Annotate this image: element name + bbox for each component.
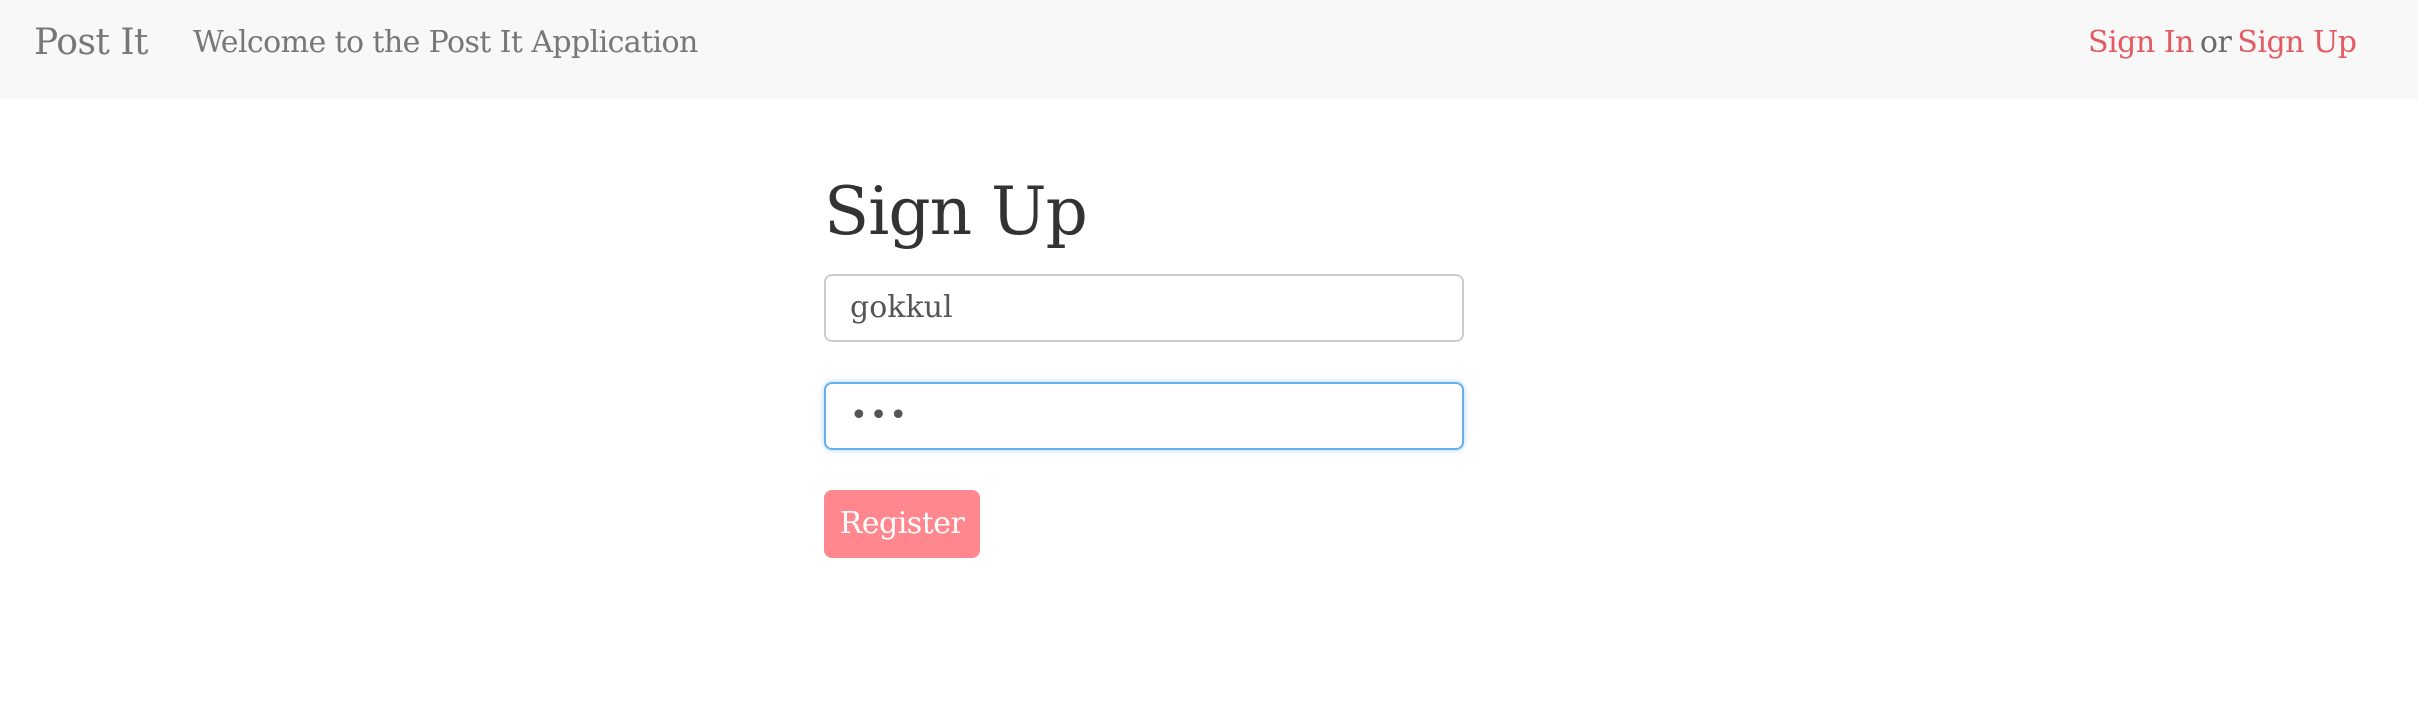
- navbar-tagline: Welcome to the Post It Application: [193, 25, 698, 60]
- auth-separator: or: [2199, 25, 2232, 60]
- page-title: Sign Up: [824, 173, 1088, 250]
- sign-in-link[interactable]: Sign In: [2088, 25, 2194, 60]
- username-field[interactable]: gokkul: [824, 274, 1464, 342]
- navbar: Post It Welcome to the Post It Applicati…: [0, 0, 2418, 98]
- sign-up-link[interactable]: Sign Up: [2237, 25, 2357, 60]
- auth-links: Sign In or Sign Up: [2088, 23, 2357, 63]
- password-field[interactable]: •••: [824, 382, 1464, 450]
- brand-link[interactable]: Post It: [34, 19, 149, 67]
- register-button[interactable]: Register: [824, 490, 980, 558]
